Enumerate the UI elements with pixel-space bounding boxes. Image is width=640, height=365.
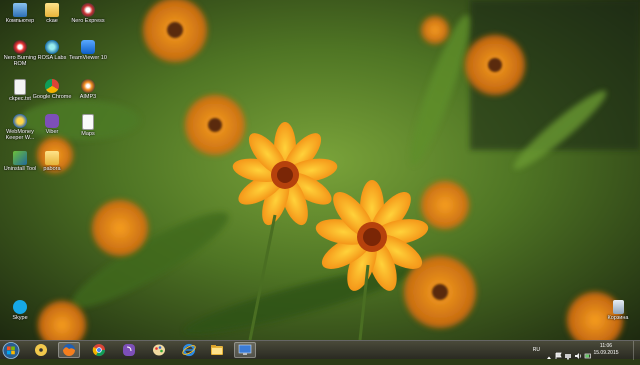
taskbar-app-paint[interactable] bbox=[148, 342, 170, 358]
internet-explorer-icon bbox=[182, 343, 196, 357]
clock-time[interactable]: 11:06 bbox=[594, 343, 618, 349]
desktop-icon-maps[interactable]: Maps bbox=[68, 114, 108, 137]
viber-icon bbox=[123, 344, 135, 356]
desktop-icon-teamviewer[interactable]: TeamViewer 10 bbox=[68, 40, 108, 61]
desktop-icon-recycle-bin[interactable]: Корзина bbox=[598, 300, 638, 321]
desktop-icon-folder-pabora[interactable]: pabora bbox=[32, 151, 72, 172]
chrome-icon bbox=[92, 344, 105, 357]
nero-express-icon bbox=[81, 3, 95, 17]
desktop-icon-chrome[interactable]: Google Chrome bbox=[32, 79, 72, 100]
viber-icon bbox=[45, 114, 59, 128]
cd-icon bbox=[35, 344, 47, 356]
network-icon[interactable] bbox=[564, 345, 572, 364]
explorer-folder-icon bbox=[211, 345, 223, 355]
webmoney-icon bbox=[13, 114, 27, 128]
firefox-icon bbox=[63, 344, 75, 356]
text-file-icon bbox=[14, 79, 26, 95]
folder-icon bbox=[45, 3, 59, 17]
desktop-icon-skype[interactable]: Skype bbox=[0, 300, 40, 321]
tray-overflow-arrow-icon[interactable] bbox=[546, 346, 552, 359]
nero-burning-rom-icon bbox=[13, 40, 27, 54]
computer-icon bbox=[13, 3, 27, 17]
desktop-icon-viber[interactable]: Viber bbox=[32, 114, 72, 135]
skype-icon bbox=[13, 300, 27, 314]
desktop-icon-rosa[interactable]: ROSA Labs bbox=[32, 40, 72, 61]
document-icon bbox=[82, 114, 94, 130]
volume-icon[interactable] bbox=[574, 345, 582, 364]
taskbar-app-viber[interactable] bbox=[118, 342, 140, 358]
paint-icon bbox=[153, 344, 165, 356]
taskbar-app-cd[interactable] bbox=[30, 342, 52, 358]
taskbar-app-internet-explorer[interactable] bbox=[178, 342, 200, 358]
chrome-icon bbox=[45, 79, 59, 93]
taskbar-app-firefox[interactable] bbox=[58, 342, 80, 358]
recycle-bin-icon bbox=[612, 300, 624, 314]
taskbar: RU 11:06 15.09.2015 bbox=[0, 340, 640, 360]
desktop-icon-aimp[interactable]: AIMP3 bbox=[68, 79, 108, 100]
language-indicator[interactable]: RU bbox=[533, 347, 540, 353]
desktop-icon-folder-ckae[interactable]: ckae bbox=[32, 3, 72, 24]
clock-date[interactable]: 15.09.2015 bbox=[591, 350, 621, 356]
remote-desktop-icon bbox=[238, 344, 252, 355]
taskbar-app-remote-desktop[interactable] bbox=[234, 342, 256, 358]
folder-icon bbox=[45, 151, 59, 165]
uninstall-tool-icon bbox=[13, 151, 27, 165]
teamviewer-icon bbox=[81, 40, 95, 54]
aimp-icon bbox=[81, 79, 95, 93]
start-button[interactable] bbox=[2, 342, 20, 359]
taskbar-app-chrome[interactable] bbox=[88, 342, 110, 358]
taskbar-app-explorer[interactable] bbox=[206, 342, 228, 358]
flag-icon[interactable] bbox=[555, 345, 562, 364]
show-desktop-button[interactable] bbox=[633, 341, 640, 360]
windows-logo-icon bbox=[2, 342, 20, 359]
desktop-icon-nero-express[interactable]: Nero Express bbox=[68, 3, 108, 24]
rosa-icon bbox=[45, 40, 59, 54]
